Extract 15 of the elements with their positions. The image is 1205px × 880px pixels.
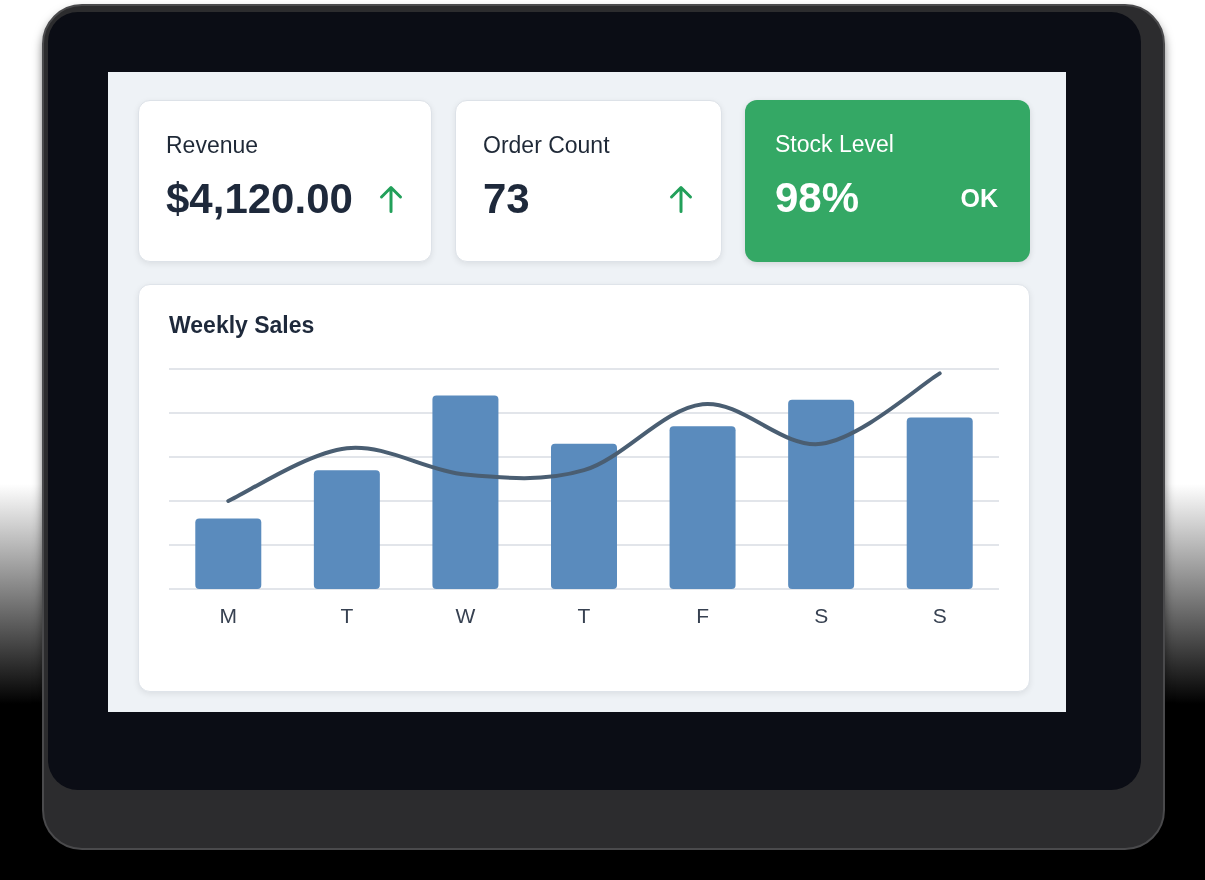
axis-label: M	[219, 603, 238, 629]
axis-label: T	[577, 603, 591, 629]
axis-label: T	[340, 603, 354, 629]
axis-label: S	[814, 603, 829, 629]
chart-title: Weekly Sales	[169, 311, 315, 339]
card-label: Revenue	[166, 131, 259, 159]
status-text: OK	[960, 183, 998, 213]
axis-label: F	[696, 603, 709, 629]
card-value: $4,120.00	[166, 175, 353, 223]
card-value: 98%	[775, 174, 860, 222]
axis-label: W	[455, 603, 476, 629]
card-value: 73	[483, 175, 530, 223]
axis-label: S	[932, 603, 947, 629]
card-label: Stock Level	[775, 130, 894, 158]
card-label: Order Count	[483, 131, 610, 159]
